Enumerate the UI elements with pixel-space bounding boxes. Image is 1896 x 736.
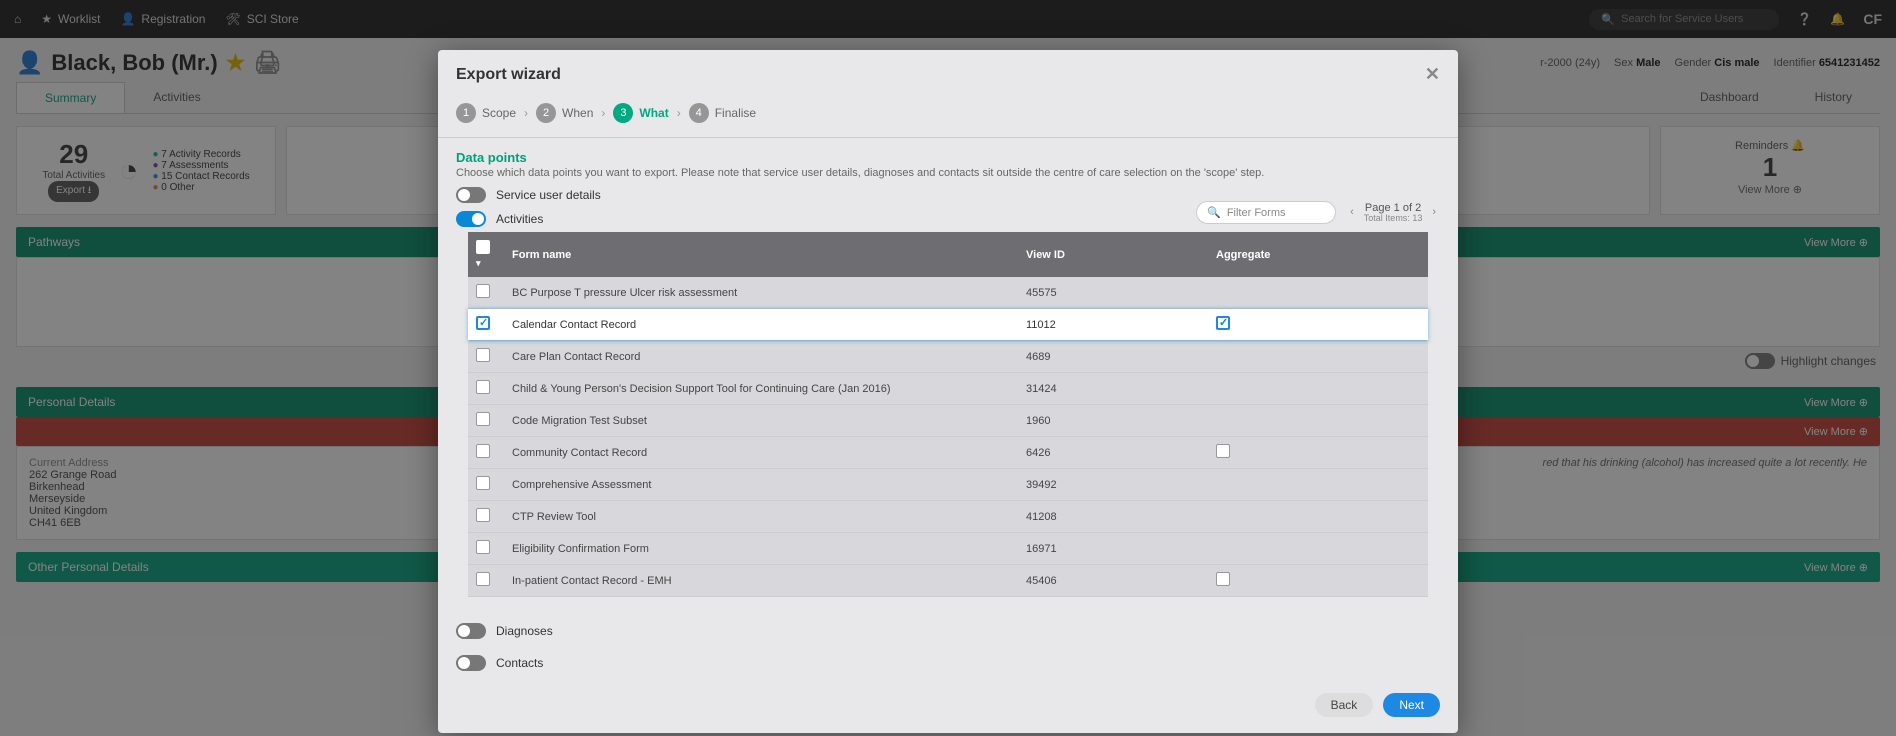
row-checkbox[interactable]: [476, 572, 490, 586]
sort-icon[interactable]: ▾: [476, 258, 481, 268]
step-scope[interactable]: 1Scope: [456, 103, 516, 123]
aggregate-checkbox[interactable]: [1216, 572, 1230, 586]
table-row[interactable]: Care Plan Contact Record4689: [468, 341, 1428, 373]
row-view-id: 45406: [1018, 565, 1208, 597]
step-when[interactable]: 2When: [536, 103, 593, 123]
aggregate-checkbox[interactable]: ✓: [1216, 316, 1230, 330]
next-button[interactable]: Next: [1383, 693, 1440, 717]
step-what[interactable]: 3What: [613, 103, 668, 123]
step-finalise[interactable]: 4Finalise: [689, 103, 756, 123]
table-row[interactable]: Eligibility Confirmation Form16971: [468, 533, 1428, 565]
table-row[interactable]: Community Contact Record6426: [468, 437, 1428, 469]
row-form-name: CTP Review Tool: [504, 501, 1018, 533]
row-checkbox[interactable]: [476, 412, 490, 426]
table-row[interactable]: Code Migration Test Subset1960: [468, 405, 1428, 437]
row-form-name: Care Plan Contact Record: [504, 341, 1018, 373]
row-view-id: 6426: [1018, 437, 1208, 469]
row-view-id: 16971: [1018, 533, 1208, 565]
forms-table: ▾ Form name View ID Aggregate BC Purpose…: [468, 232, 1428, 597]
pager-prev[interactable]: ‹: [1346, 204, 1358, 220]
row-checkbox[interactable]: [476, 540, 490, 554]
back-button[interactable]: Back: [1315, 693, 1374, 717]
table-row[interactable]: Comprehensive Assessment39492: [468, 469, 1428, 501]
modal-title: Export wizard: [456, 66, 561, 84]
table-row[interactable]: Calendar Contact Record11012 ✓: [468, 309, 1428, 341]
table-row[interactable]: Child & Young Person's Decision Support …: [468, 373, 1428, 405]
toggle-activities[interactable]: [456, 211, 486, 227]
close-icon[interactable]: ✕: [1425, 64, 1440, 85]
row-form-name: Code Migration Test Subset: [504, 405, 1018, 437]
row-view-id: 39492: [1018, 469, 1208, 501]
chevron-right-icon: ›: [524, 106, 528, 120]
export-wizard-modal: Export wizard ✕ 1Scope › 2When › 3What ›…: [438, 50, 1458, 733]
table-row[interactable]: In-patient Contact Record - EMH45406: [468, 565, 1428, 597]
toggle-diagnoses[interactable]: [456, 623, 486, 639]
toggle-contacts[interactable]: [456, 655, 486, 671]
row-form-name: Community Contact Record: [504, 437, 1018, 469]
data-points-title: Data points: [456, 150, 1440, 165]
chevron-right-icon: ›: [601, 106, 605, 120]
table-row[interactable]: CTP Review Tool41208: [468, 501, 1428, 533]
row-form-name: Calendar Contact Record: [504, 309, 1018, 341]
row-checkbox[interactable]: [476, 380, 490, 394]
search-icon: 🔍: [1207, 206, 1221, 219]
row-view-id: 1960: [1018, 405, 1208, 437]
toggle-service-user-details[interactable]: [456, 187, 486, 203]
filter-forms-input[interactable]: 🔍 Filter Forms: [1196, 201, 1336, 224]
row-checkbox[interactable]: [476, 284, 490, 298]
row-checkbox[interactable]: [476, 316, 490, 330]
col-aggregate[interactable]: Aggregate: [1208, 232, 1428, 277]
table-pager: ‹ Page 1 of 2 Total Items: 13 ›: [1346, 202, 1440, 224]
row-form-name: Child & Young Person's Decision Support …: [504, 373, 1018, 405]
col-form-name[interactable]: Form name: [504, 232, 1018, 277]
pager-next[interactable]: ›: [1428, 204, 1440, 220]
aggregate-checkbox[interactable]: [1216, 444, 1230, 458]
row-form-name: Comprehensive Assessment: [504, 469, 1018, 501]
row-checkbox[interactable]: [476, 348, 490, 362]
row-form-name: In-patient Contact Record - EMH: [504, 565, 1018, 597]
row-view-id: 4689: [1018, 341, 1208, 373]
row-checkbox[interactable]: [476, 476, 490, 490]
row-view-id: 31424: [1018, 373, 1208, 405]
col-view-id[interactable]: View ID: [1018, 232, 1208, 277]
select-all-checkbox[interactable]: [476, 240, 490, 254]
table-row[interactable]: BC Purpose T pressure Ulcer risk assessm…: [468, 277, 1428, 309]
row-checkbox[interactable]: [476, 444, 490, 458]
wizard-stepper: 1Scope › 2When › 3What › 4Finalise: [438, 99, 1458, 138]
row-form-name: BC Purpose T pressure Ulcer risk assessm…: [504, 277, 1018, 309]
row-form-name: Eligibility Confirmation Form: [504, 533, 1018, 565]
row-view-id: 11012: [1018, 309, 1208, 341]
chevron-right-icon: ›: [677, 106, 681, 120]
row-checkbox[interactable]: [476, 508, 490, 522]
row-view-id: 41208: [1018, 501, 1208, 533]
data-points-desc: Choose which data points you want to exp…: [456, 167, 1440, 179]
row-view-id: 45575: [1018, 277, 1208, 309]
